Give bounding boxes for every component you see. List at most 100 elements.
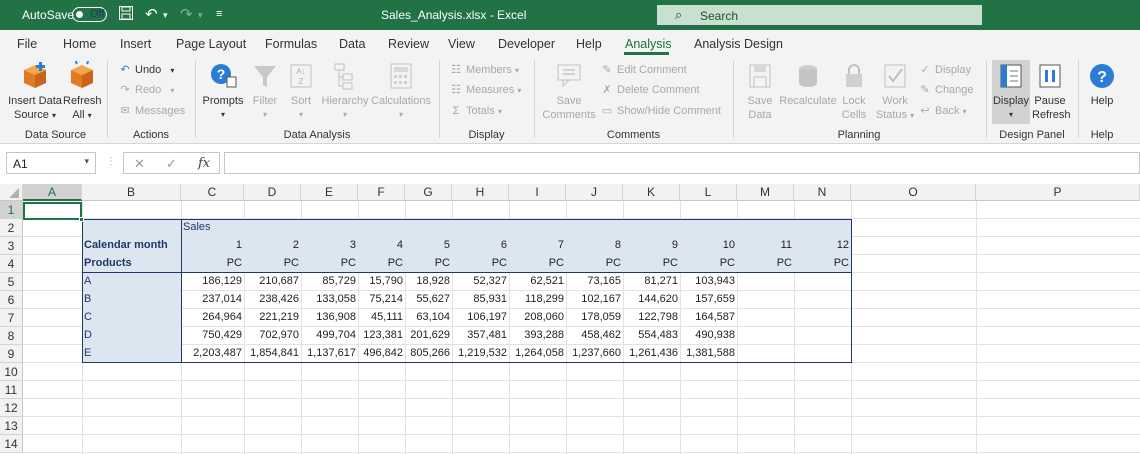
- data-cell[interactable]: 157,659: [680, 291, 737, 308]
- data-cell[interactable]: 1,264,058: [509, 345, 566, 362]
- header-cell[interactable]: [358, 219, 405, 236]
- row-header-1[interactable]: 1: [0, 201, 23, 219]
- data-cell[interactable]: 55,627: [405, 291, 452, 308]
- data-cell[interactable]: 1,381,588: [680, 345, 737, 362]
- data-cell[interactable]: [737, 309, 794, 326]
- chevron-down-icon[interactable]: ▾: [84, 156, 89, 167]
- unit-header[interactable]: PC: [301, 255, 358, 272]
- data-cell[interactable]: [737, 291, 794, 308]
- recalculate-button[interactable]: Recalculate: [779, 61, 837, 108]
- data-cell[interactable]: [794, 327, 851, 344]
- product-label[interactable]: E: [82, 345, 181, 362]
- month-header[interactable]: 6: [452, 237, 509, 254]
- data-cell[interactable]: 81,271: [623, 273, 680, 290]
- save-icon[interactable]: [118, 5, 134, 24]
- month-header[interactable]: 8: [566, 237, 623, 254]
- data-cell[interactable]: 102,167: [566, 291, 623, 308]
- data-cell[interactable]: 458,462: [566, 327, 623, 344]
- data-cell[interactable]: 85,931: [452, 291, 509, 308]
- month-header[interactable]: 1: [181, 237, 244, 254]
- data-cell[interactable]: 264,964: [181, 309, 244, 326]
- tab-page-layout[interactable]: Page Layout: [176, 37, 246, 51]
- row-header-5[interactable]: 5: [0, 273, 23, 291]
- month-header[interactable]: 7: [509, 237, 566, 254]
- row-header-4[interactable]: 4: [0, 255, 23, 273]
- column-header-g[interactable]: G: [405, 184, 452, 201]
- calendar-month-label[interactable]: Calendar month: [82, 237, 181, 254]
- data-cell[interactable]: [737, 273, 794, 290]
- data-cell[interactable]: 496,842: [358, 345, 405, 362]
- header-cell[interactable]: [794, 219, 851, 236]
- month-header[interactable]: 5: [405, 237, 452, 254]
- work-status-button[interactable]: Work Status ▾: [873, 61, 917, 123]
- month-header[interactable]: 9: [623, 237, 680, 254]
- help-button[interactable]: ? Help: [1084, 61, 1120, 108]
- row-header-3[interactable]: 3: [0, 237, 23, 255]
- data-cell[interactable]: 702,970: [244, 327, 301, 344]
- tab-file[interactable]: File: [17, 37, 37, 51]
- row-header-13[interactable]: 13: [0, 417, 23, 435]
- data-cell[interactable]: 106,197: [452, 309, 509, 326]
- data-cell[interactable]: 1,219,532: [452, 345, 509, 362]
- messages-button[interactable]: ✉ Messages: [118, 104, 185, 118]
- data-cell[interactable]: 62,521: [509, 273, 566, 290]
- design-panel-display-button[interactable]: Display ▾: [992, 61, 1030, 122]
- pause-refresh-button[interactable]: Pause Refresh: [1032, 61, 1071, 122]
- delete-comment-button[interactable]: ✗ Delete Comment: [600, 83, 699, 97]
- tab-view[interactable]: View: [448, 37, 475, 51]
- column-header-i[interactable]: I: [509, 184, 566, 201]
- data-cell[interactable]: 144,620: [623, 291, 680, 308]
- unit-header[interactable]: PC: [737, 255, 794, 272]
- column-header-o[interactable]: O: [851, 184, 976, 201]
- data-cell[interactable]: 221,219: [244, 309, 301, 326]
- data-cell[interactable]: 499,704: [301, 327, 358, 344]
- column-header-h[interactable]: H: [452, 184, 509, 201]
- column-header-k[interactable]: K: [623, 184, 680, 201]
- unit-header[interactable]: PC: [623, 255, 680, 272]
- data-cell[interactable]: 393,288: [509, 327, 566, 344]
- product-label[interactable]: C: [82, 309, 181, 326]
- data-cell[interactable]: 85,729: [301, 273, 358, 290]
- row-header-11[interactable]: 11: [0, 381, 23, 399]
- data-cell[interactable]: 18,928: [405, 273, 452, 290]
- unit-header[interactable]: PC: [680, 255, 737, 272]
- unit-header[interactable]: PC: [358, 255, 405, 272]
- data-cell[interactable]: [794, 345, 851, 362]
- column-header-c[interactable]: C: [181, 184, 244, 201]
- row-header-10[interactable]: 10: [0, 363, 23, 381]
- data-cell[interactable]: 75,214: [358, 291, 405, 308]
- unit-header[interactable]: PC: [509, 255, 566, 272]
- data-cell[interactable]: 123,381: [358, 327, 405, 344]
- sales-label[interactable]: Sales: [181, 219, 244, 236]
- month-header[interactable]: 4: [358, 237, 405, 254]
- tab-analysis-design[interactable]: Analysis Design: [694, 37, 783, 51]
- data-cell[interactable]: 15,790: [358, 273, 405, 290]
- tab-help[interactable]: Help: [576, 37, 602, 51]
- data-cell[interactable]: 103,943: [680, 273, 737, 290]
- edit-comment-button[interactable]: ✎ Edit Comment: [600, 63, 686, 77]
- header-cell[interactable]: [566, 219, 623, 236]
- data-cell[interactable]: [737, 345, 794, 362]
- redo-button[interactable]: ↷ Redo ▾: [118, 83, 174, 98]
- month-header[interactable]: 2: [244, 237, 301, 254]
- data-cell[interactable]: 238,426: [244, 291, 301, 308]
- product-label[interactable]: D: [82, 327, 181, 344]
- column-header-p[interactable]: P: [976, 184, 1140, 201]
- fill-handle[interactable]: [79, 217, 84, 222]
- header-cell[interactable]: [82, 219, 181, 236]
- totals-button[interactable]: Σ Totals ▾: [449, 104, 502, 119]
- column-header-d[interactable]: D: [244, 184, 301, 201]
- data-cell[interactable]: 1,137,617: [301, 345, 358, 362]
- data-cell[interactable]: 210,687: [244, 273, 301, 290]
- column-header-l[interactable]: L: [680, 184, 737, 201]
- tab-formulas[interactable]: Formulas: [265, 37, 317, 51]
- column-header-m[interactable]: M: [737, 184, 794, 201]
- data-cell[interactable]: 208,060: [509, 309, 566, 326]
- selected-cell[interactable]: [23, 202, 82, 220]
- enter-icon[interactable]: ✓: [166, 156, 177, 172]
- unit-header[interactable]: PC: [405, 255, 452, 272]
- column-header-a[interactable]: A: [23, 184, 82, 201]
- hierarchy-button[interactable]: Hierarchy ▾: [320, 61, 370, 122]
- month-header[interactable]: 10: [680, 237, 737, 254]
- row-header-14[interactable]: 14: [0, 435, 23, 453]
